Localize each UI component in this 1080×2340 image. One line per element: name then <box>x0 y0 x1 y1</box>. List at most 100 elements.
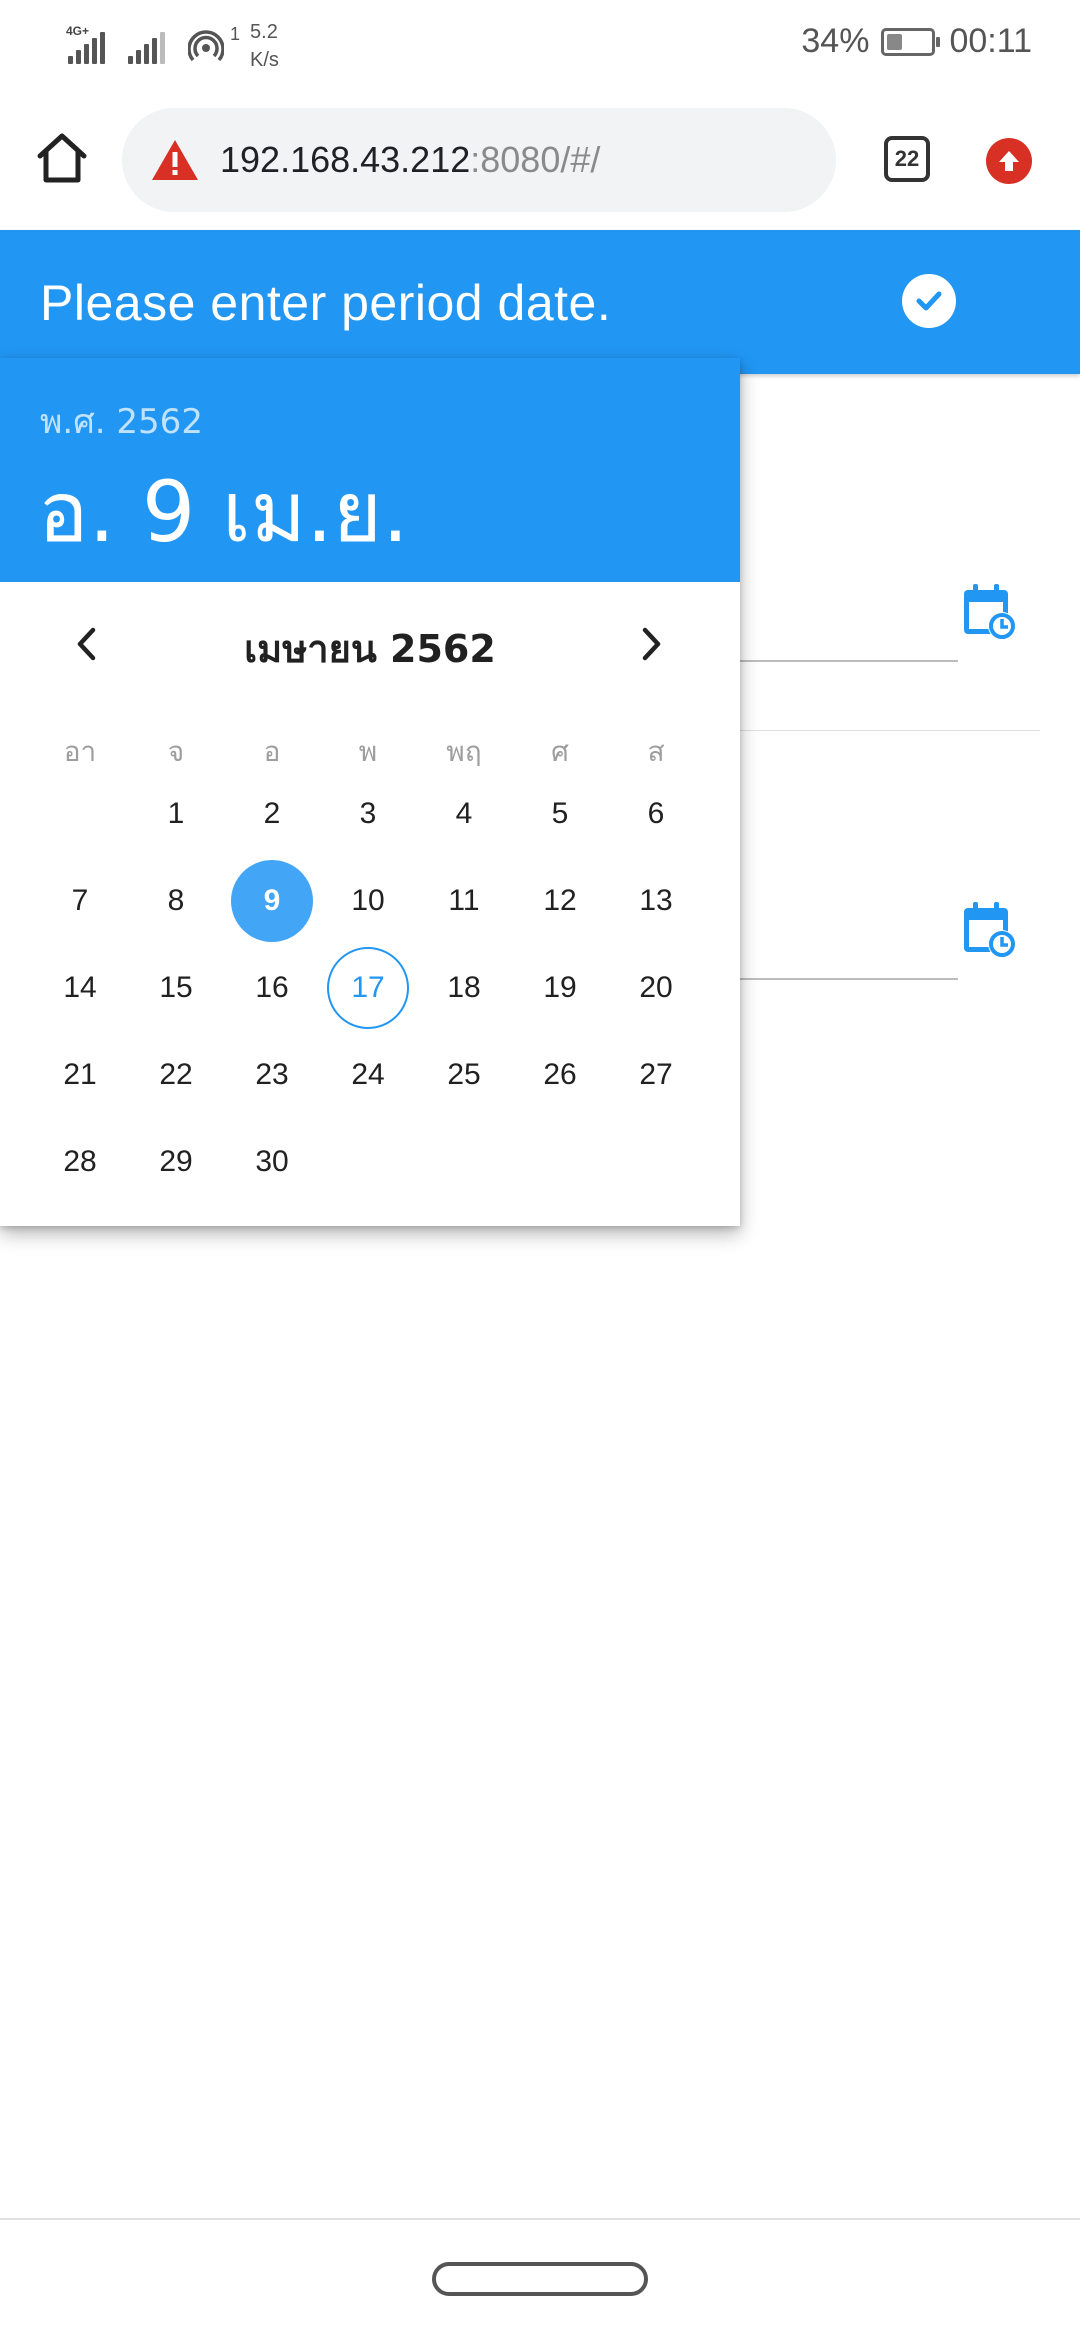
cellular-signal-4g-icon: 4G+ <box>66 24 108 64</box>
status-left: 4G+ 1 5.2 K/s <box>66 18 279 74</box>
calendar-day[interactable]: 11 <box>416 857 512 944</box>
calendar-day[interactable]: 16 <box>224 944 320 1031</box>
calendar-day-number: 8 <box>167 883 185 917</box>
calendar-clock-icon[interactable] <box>962 582 1018 642</box>
calendar-day[interactable]: 4 <box>416 770 512 857</box>
calendar-day[interactable]: 21 <box>32 1031 128 1118</box>
calendar-week-row: 7 8 9 10 11 12 13 <box>32 857 704 944</box>
calendar-day-number: 30 <box>255 1144 289 1178</box>
calendar-day[interactable]: 5 <box>512 770 608 857</box>
calendar-day-number: 29 <box>159 1144 193 1178</box>
calendar-day[interactable]: 6 <box>608 770 704 857</box>
calendar-day[interactable]: 7 <box>32 857 128 944</box>
calendar-day[interactable]: 22 <box>128 1031 224 1118</box>
calendar-day[interactable]: 28 <box>32 1118 128 1205</box>
calendar-day-number: 4 <box>455 796 473 830</box>
calendar-day-number: 9 <box>263 883 281 917</box>
url-path: :8080/#/ <box>470 139 601 180</box>
browser-toolbar: 192.168.43.212:8080/#/ 22 <box>0 90 1080 230</box>
weekday-label: อา <box>63 735 97 768</box>
selected-date-label: อ. 9 เม.ย. <box>38 463 409 561</box>
speed-prefix: 1 <box>230 23 241 44</box>
calendar-week-row: 14 15 16 17 18 19 20 <box>32 944 704 1031</box>
weekday-header: อา จ อ พ พฤ ศ ส <box>32 730 704 774</box>
address-bar[interactable]: 192.168.43.212:8080/#/ <box>122 108 836 212</box>
status-right: 34% 00:11 <box>801 22 1032 61</box>
url-host: 192.168.43.212 <box>220 139 471 180</box>
weekday-label: ศ <box>551 735 569 768</box>
calendar-day[interactable]: 1 <box>128 770 224 857</box>
network-type-label: 4G+ <box>66 24 90 38</box>
app-header: Please enter period date. <box>0 230 1080 374</box>
calendar-day[interactable]: 23 <box>224 1031 320 1118</box>
date-picker-dialog: พ.ศ. 2562 อ. 9 เม.ย. เมษายน 2562 อา จ อ … <box>0 358 740 1226</box>
speed-value: 5.2 <box>250 21 278 43</box>
calendar-day[interactable]: 25 <box>416 1031 512 1118</box>
calendar-day-number: 22 <box>159 1057 193 1091</box>
previous-month-button[interactable] <box>56 614 116 674</box>
weekday-label: อ <box>263 735 281 768</box>
calendar-day-number: 7 <box>71 883 89 917</box>
calendar-day-number: 14 <box>63 970 97 1004</box>
calendar-day[interactable]: 14 <box>32 944 128 1031</box>
calendar-day[interactable]: 13 <box>608 857 704 944</box>
status-bar: 4G+ 1 5.2 K/s 34% 00:11 <box>0 0 1080 90</box>
calendar-day-number: 20 <box>639 970 673 1004</box>
calendar-day[interactable]: 15 <box>128 944 224 1031</box>
calendar-day-number: 10 <box>351 883 385 917</box>
calendar-empty-cell <box>416 1118 512 1205</box>
calendar-day[interactable]: 2 <box>224 770 320 857</box>
calendar-day-number: 5 <box>551 796 569 830</box>
weekday-label: พ <box>358 735 378 768</box>
calendar-day[interactable]: 20 <box>608 944 704 1031</box>
calendar-week-row: 28 29 30 <box>32 1118 704 1205</box>
check-icon <box>916 291 942 311</box>
year-label[interactable]: พ.ศ. 2562 <box>40 394 203 448</box>
calendar-day-number: 19 <box>543 970 577 1004</box>
network-speed: 5.2 K/s <box>250 18 279 74</box>
home-icon[interactable] <box>34 130 90 186</box>
calendar-day[interactable]: 30 <box>224 1118 320 1205</box>
calendar-day[interactable]: 12 <box>512 857 608 944</box>
next-month-button[interactable] <box>622 614 682 674</box>
calendar-day-number: 28 <box>63 1144 97 1178</box>
tab-switcher-button[interactable]: 22 <box>884 136 930 182</box>
calendar-day-number: 2 <box>263 796 281 830</box>
calendar-day-number: 17 <box>351 970 385 1004</box>
calendar-day-selected[interactable]: 9 <box>224 857 320 944</box>
calendar-grid: 1 2 3 4 5 6 7 8 9 10 11 12 13 14 15 16 17 18 19 20 21 22 23 24 2… <box>32 770 704 1205</box>
calendar-day[interactable]: 29 <box>128 1118 224 1205</box>
calendar-day-number: 18 <box>447 970 481 1004</box>
confirm-button[interactable] <box>902 274 956 328</box>
calendar-day-number: 3 <box>359 796 377 830</box>
calendar-day-number: 6 <box>647 796 665 830</box>
weekday-label: ส <box>647 735 665 768</box>
calendar-week-row: 21 22 23 24 25 26 27 <box>32 1031 704 1118</box>
warning-triangle-icon[interactable] <box>150 138 200 182</box>
calendar-empty-cell <box>32 770 128 857</box>
battery-icon <box>881 27 941 56</box>
calendar-day[interactable]: 24 <box>320 1031 416 1118</box>
hotspot-icon <box>188 30 224 62</box>
calendar-day[interactable]: 3 <box>320 770 416 857</box>
calendar-day-number: 23 <box>255 1057 289 1091</box>
calendar-day[interactable]: 8 <box>128 857 224 944</box>
tab-count: 22 <box>894 146 920 171</box>
home-gesture-bar[interactable] <box>432 2262 648 2296</box>
calendar-day[interactable]: 27 <box>608 1031 704 1118</box>
weekday-label: จ <box>167 735 185 768</box>
month-year-label: เมษายน 2562 <box>244 627 496 671</box>
calendar-day[interactable]: 10 <box>320 857 416 944</box>
calendar-day[interactable]: 19 <box>512 944 608 1031</box>
calendar-day-number: 26 <box>543 1057 577 1091</box>
calendar-day-number: 13 <box>639 883 673 917</box>
calendar-day[interactable]: 18 <box>416 944 512 1031</box>
calendar-day-today[interactable]: 17 <box>320 944 416 1031</box>
arrow-up-icon <box>999 151 1019 171</box>
calendar-day[interactable]: 26 <box>512 1031 608 1118</box>
calendar-day-number: 24 <box>351 1057 385 1091</box>
upload-arrow-icon[interactable] <box>986 138 1032 184</box>
battery-percent: 34% <box>801 22 870 60</box>
clock-time: 00:11 <box>949 22 1032 60</box>
calendar-clock-icon[interactable] <box>962 900 1018 960</box>
